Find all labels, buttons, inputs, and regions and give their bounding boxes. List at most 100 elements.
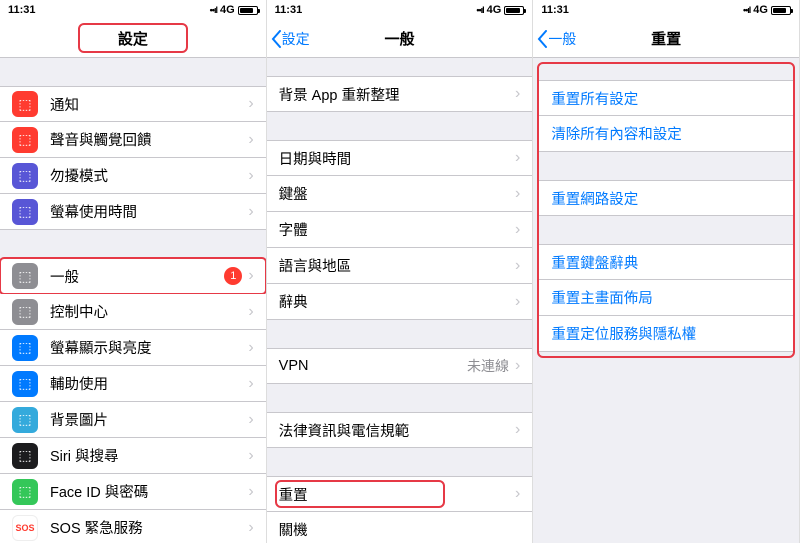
status-bar: 11:31 ••ıl 4G: [0, 0, 266, 20]
row-label: 語言與地區: [279, 255, 515, 276]
row-fonts[interactable]: 字體›: [267, 212, 533, 248]
row-date-time[interactable]: 日期與時間›: [267, 140, 533, 176]
row-reset[interactable]: 重置›: [267, 476, 533, 512]
siri-icon: ⬚: [12, 443, 38, 469]
chevron-right-icon: ›: [248, 411, 253, 429]
row-accessibility[interactable]: ⬚ 輔助使用›: [0, 366, 266, 402]
general-icon: ⬚: [12, 263, 38, 289]
faceid-icon: ⬚: [12, 479, 38, 505]
row-reset-network[interactable]: 重置網路設定: [537, 180, 795, 216]
network-label: 4G: [220, 4, 235, 16]
row-screentime[interactable]: ⬚螢幕使用時間›: [0, 194, 266, 230]
row-label: 背景 App 重新整理: [279, 84, 515, 105]
general-list: 背景 App 重新整理› 日期與時間›鍵盤›字體›語言與地區›辭典› VPN未連…: [267, 58, 533, 543]
screen-settings: 11:31 ••ıl 4G 設定 ⬚通知›⬚聲音與觸覺回饋›⬚勿擾模式›⬚螢幕使…: [0, 0, 267, 543]
row-label: 法律資訊與電信規範: [279, 420, 515, 441]
row-sounds[interactable]: ⬚聲音與觸覺回饋›: [0, 122, 266, 158]
signal-icon: ••ıl: [476, 5, 483, 15]
chevron-left-icon: [537, 30, 548, 48]
row-label: 背景圖片: [50, 409, 248, 430]
row-control-center[interactable]: ⬚ 控制中心›: [0, 294, 266, 330]
row-sos[interactable]: SOSSOS 緊急服務›: [0, 510, 266, 543]
row-label: Face ID 與密碼: [50, 481, 248, 502]
row-label: VPN: [279, 358, 467, 374]
page-title: 設定: [118, 28, 148, 49]
row-dictionary[interactable]: 辭典›: [267, 284, 533, 320]
chevron-right-icon: ›: [248, 303, 253, 321]
row-erase-all[interactable]: 清除所有內容和設定: [537, 116, 795, 152]
row-label: 一般: [50, 266, 224, 287]
chevron-right-icon: ›: [515, 185, 520, 203]
row-label: 輔助使用: [50, 373, 248, 394]
battery-icon: [504, 6, 524, 15]
row-label: 字體: [279, 219, 515, 240]
chevron-right-icon: ›: [515, 85, 520, 103]
battery-icon: [771, 6, 791, 15]
row-label: 螢幕顯示與亮度: [50, 337, 248, 358]
status-time: 11:31: [541, 4, 569, 16]
row-bg-refresh[interactable]: 背景 App 重新整理›: [267, 76, 533, 112]
row-label: 重置網路設定: [551, 188, 783, 209]
row-label: 重置鍵盤辭典: [551, 252, 783, 273]
row-reset-location-privacy[interactable]: 重置定位服務與隱私權: [537, 316, 795, 352]
row-label: 日期與時間: [279, 148, 515, 169]
badge: 1: [224, 267, 242, 285]
chevron-right-icon: ›: [248, 131, 253, 149]
row-siri[interactable]: ⬚Siri 與搜尋›: [0, 438, 266, 474]
chevron-right-icon: ›: [248, 375, 253, 393]
row-keyboard[interactable]: 鍵盤›: [267, 176, 533, 212]
row-general[interactable]: ⬚ 一般1 ›: [0, 258, 266, 294]
row-reset-all-settings[interactable]: 重置所有設定: [537, 80, 795, 116]
chevron-right-icon: ›: [515, 421, 520, 439]
back-label: 設定: [282, 29, 310, 49]
row-label: 螢幕使用時間: [50, 201, 248, 222]
row-shutdown[interactable]: 關機: [267, 512, 533, 543]
notifications-icon: ⬚: [12, 91, 38, 117]
chevron-right-icon: ›: [515, 221, 520, 239]
chevron-right-icon: ›: [248, 519, 253, 537]
row-legal[interactable]: 法律資訊與電信規範›: [267, 412, 533, 448]
row-label: 通知: [50, 94, 248, 115]
row-faceid[interactable]: ⬚ Face ID 與密碼›: [0, 474, 266, 510]
settings-list: ⬚通知›⬚聲音與觸覺回饋›⬚勿擾模式›⬚螢幕使用時間› ⬚一般1›⬚控制中心›⬚…: [0, 58, 266, 543]
row-label: 勿擾模式: [50, 165, 248, 186]
row-language[interactable]: 語言與地區›: [267, 248, 533, 284]
chevron-right-icon: ›: [248, 267, 253, 285]
screen-general: 11:31 ••ıl 4G 設定 一般 背景 App 重新整理› 日期與時間›鍵…: [267, 0, 534, 543]
row-display[interactable]: ⬚螢幕顯示與亮度›: [0, 330, 266, 366]
nav-bar: 設定: [0, 20, 266, 58]
chevron-left-icon: [271, 30, 282, 48]
row-label: 控制中心: [50, 301, 248, 322]
network-label: 4G: [487, 4, 502, 16]
status-bar: 11:31 ••ıl 4G: [267, 0, 533, 20]
back-button[interactable]: 設定: [271, 20, 310, 57]
row-reset-keyboard-dict[interactable]: 重置鍵盤辭典: [537, 244, 795, 280]
nav-bar: 設定 一般: [267, 20, 533, 58]
row-vpn[interactable]: VPN未連線›: [267, 348, 533, 384]
wallpaper-icon: ⬚: [12, 407, 38, 433]
battery-icon: [238, 6, 258, 15]
accessibility-icon: ⬚: [12, 371, 38, 397]
chevron-right-icon: ›: [248, 483, 253, 501]
row-value: 未連線: [467, 356, 509, 376]
row-wallpaper[interactable]: ⬚ 背景圖片›: [0, 402, 266, 438]
row-label: 重置主畫面佈局: [551, 287, 783, 308]
dnd-icon: ⬚: [12, 163, 38, 189]
chevron-right-icon: ›: [248, 203, 253, 221]
back-label: 一般: [548, 29, 576, 49]
back-button[interactable]: 一般: [537, 20, 576, 57]
status-time: 11:31: [275, 4, 303, 16]
control-center-icon: ⬚: [12, 299, 38, 325]
row-label: 鍵盤: [279, 183, 515, 204]
status-bar: 11:31 ••ıl 4G: [533, 0, 799, 20]
row-reset-home-layout[interactable]: 重置主畫面佈局: [537, 280, 795, 316]
row-label: 重置定位服務與隱私權: [551, 323, 783, 344]
row-label: 辭典: [279, 291, 515, 312]
display-icon: ⬚: [12, 335, 38, 361]
row-dnd[interactable]: ⬚勿擾模式›: [0, 158, 266, 194]
sounds-icon: ⬚: [12, 127, 38, 153]
row-notifications[interactable]: ⬚通知›: [0, 86, 266, 122]
chevron-right-icon: ›: [515, 485, 520, 503]
page-title: 重置: [651, 28, 681, 49]
chevron-right-icon: ›: [515, 149, 520, 167]
